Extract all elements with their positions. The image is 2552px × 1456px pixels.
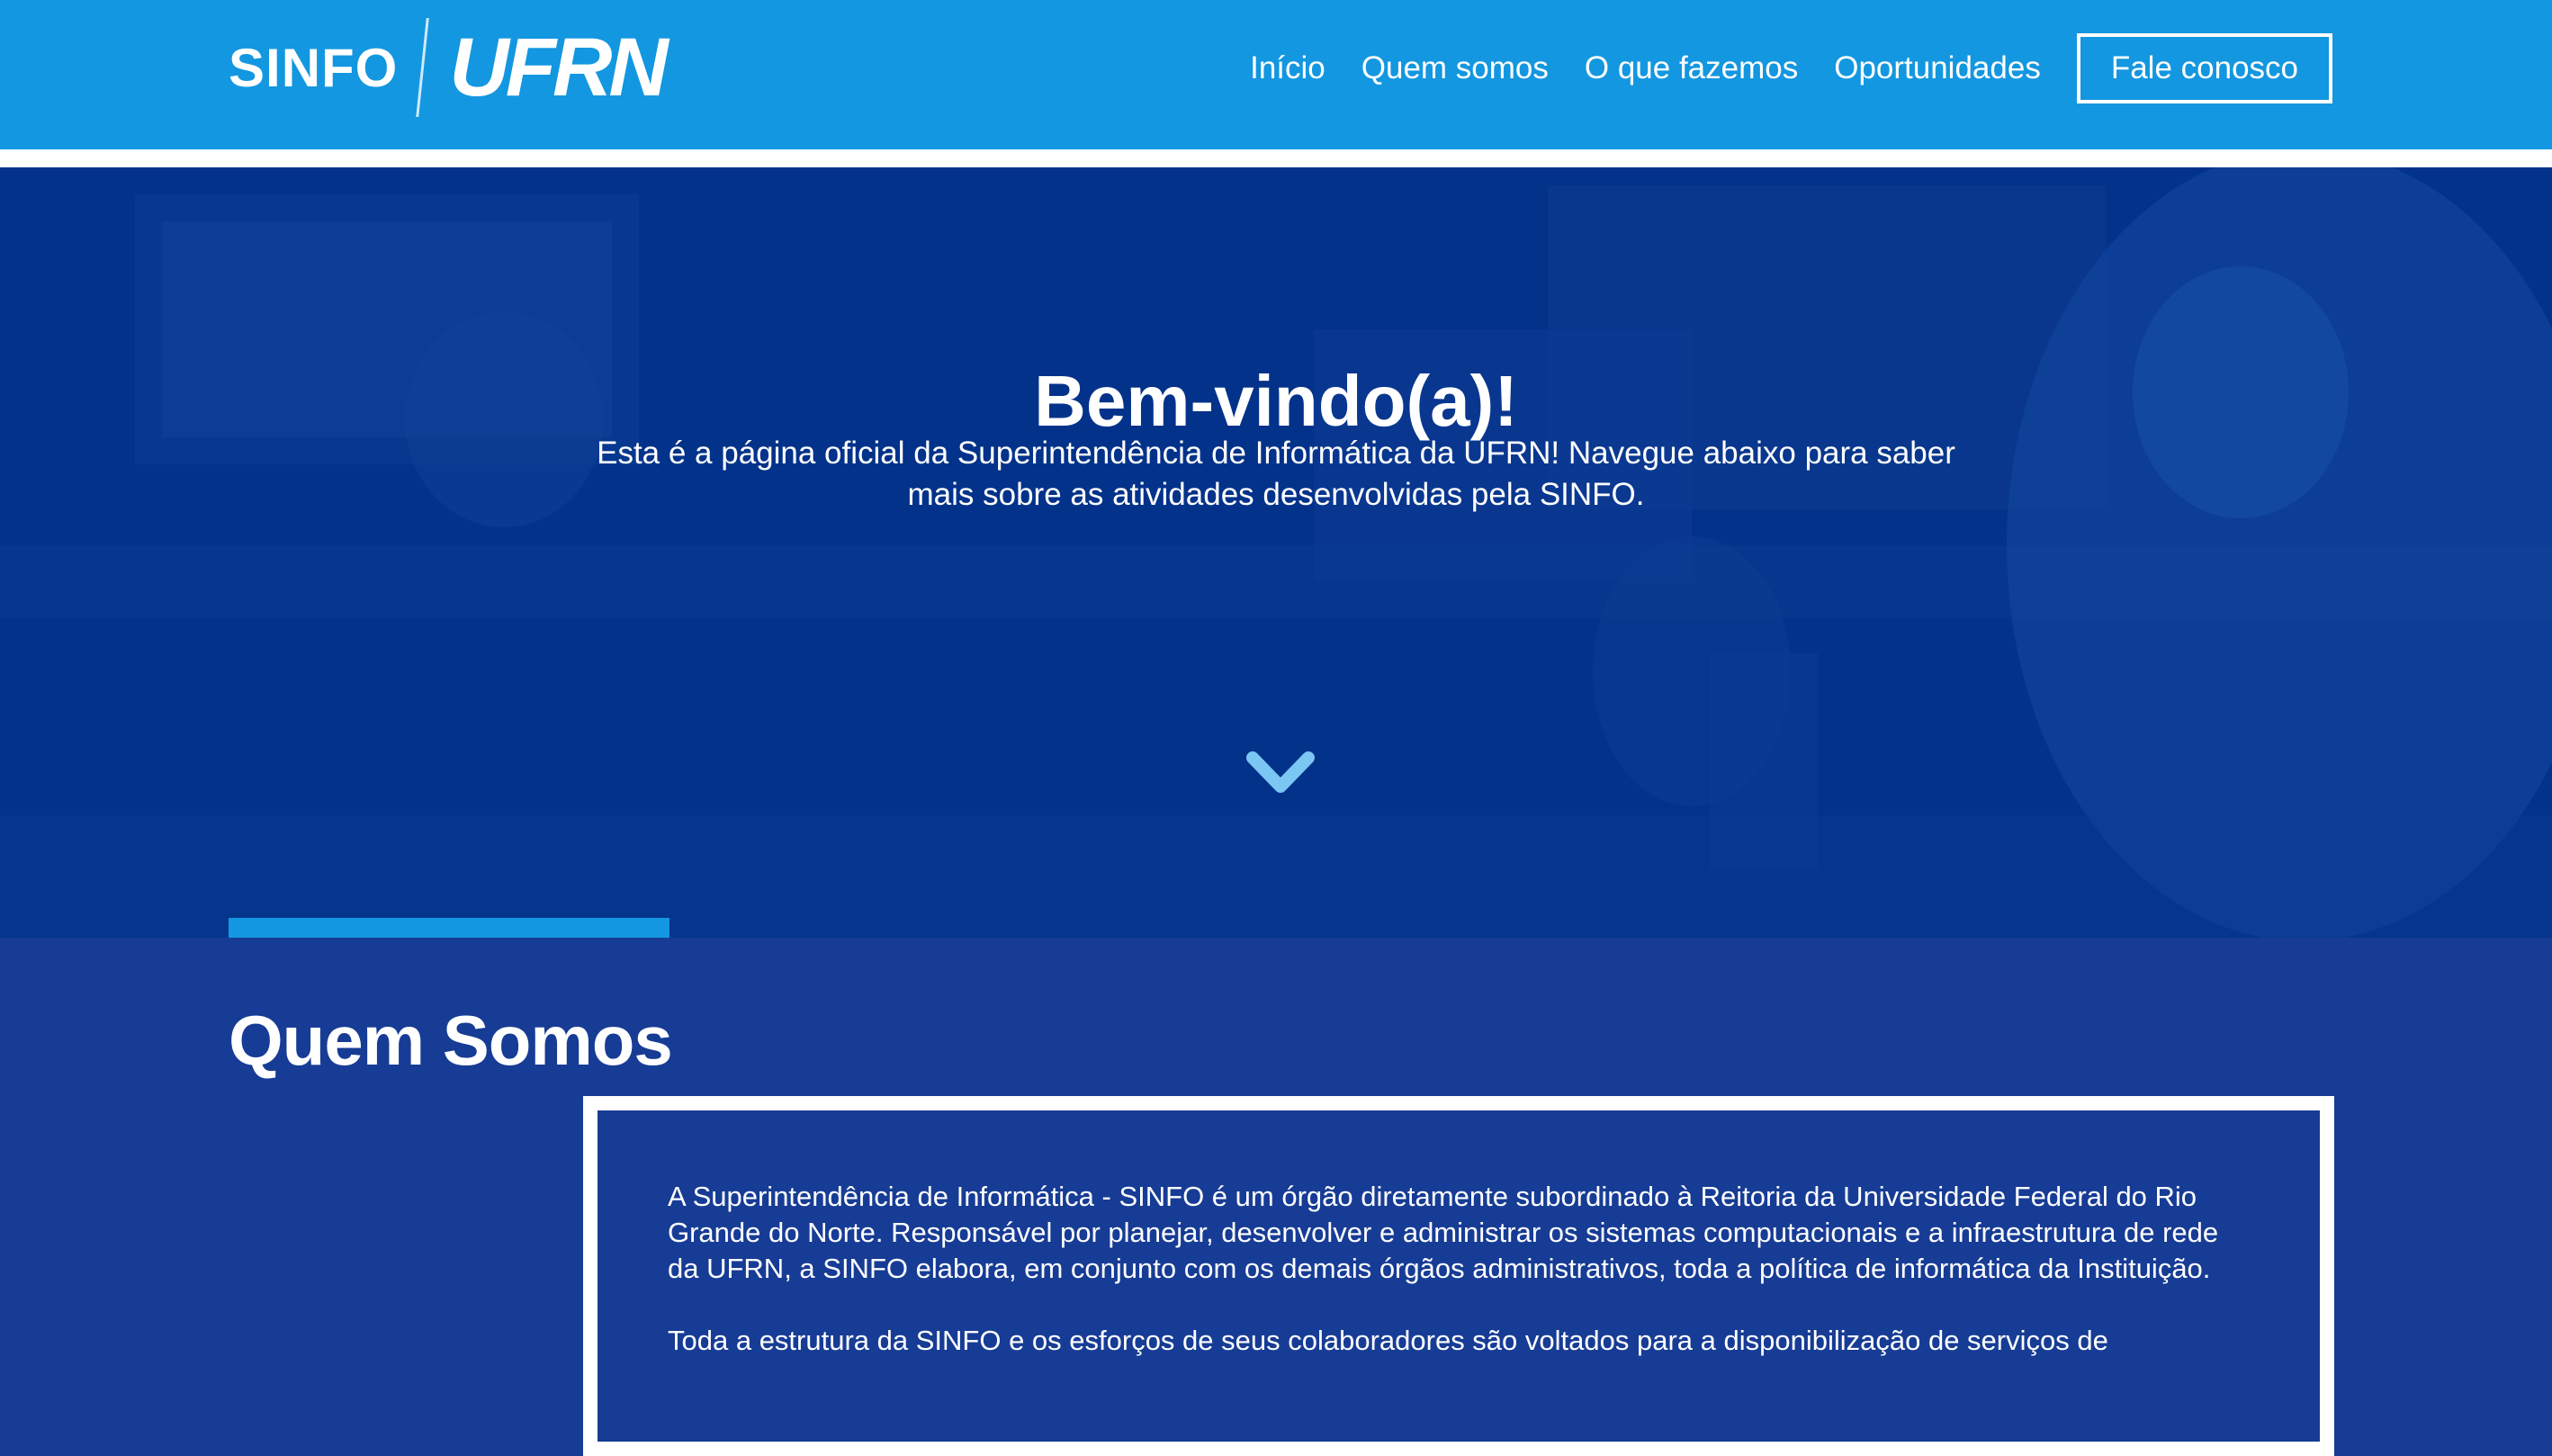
about-paragraph: A Superintendência de Informática - SINF…	[668, 1181, 2219, 1284]
sinfo-ufrn-logo[interactable]: SINFO UFRN	[229, 18, 669, 117]
hero-background-image	[0, 167, 2552, 938]
about-paragraph: Toda a estrutura da SINFO e os esforços …	[668, 1325, 2108, 1356]
section-title-accent-bar	[229, 918, 669, 938]
section-title-quem-somos: Quem Somos	[229, 1000, 673, 1080]
nav-link-inicio[interactable]: Início	[1250, 50, 1325, 86]
main-nav: Início Quem somos O que fazemos Oportuni…	[1250, 30, 2332, 107]
nav-link-o-que-fazemos[interactable]: O que fazemos	[1585, 50, 1798, 86]
logo-ufrn-text: UFRN	[449, 21, 669, 113]
hero-title: Bem-vindo(a)!	[1034, 360, 1518, 441]
header-divider	[0, 149, 2552, 167]
nav-link-quem-somos[interactable]: Quem somos	[1361, 50, 1549, 86]
about-text: A Superintendência de Informática - SINF…	[668, 1179, 2233, 1395]
hero-subtitle: Esta é a página oficial da Superintendên…	[597, 436, 1955, 512]
hero-section: Bem-vindo(a)! Esta é a página oficial da…	[0, 167, 2552, 938]
site-header: SINFO UFRN Início Quem somos O que fazem…	[0, 0, 2552, 149]
nav-link-oportunidades[interactable]: Oportunidades	[1834, 50, 2041, 86]
contact-button[interactable]: Fale conosco	[2076, 33, 2332, 103]
logo-sinfo-text: SINFO	[229, 37, 399, 98]
chevron-down-icon[interactable]	[1245, 749, 1316, 799]
logo-divider	[416, 18, 430, 117]
